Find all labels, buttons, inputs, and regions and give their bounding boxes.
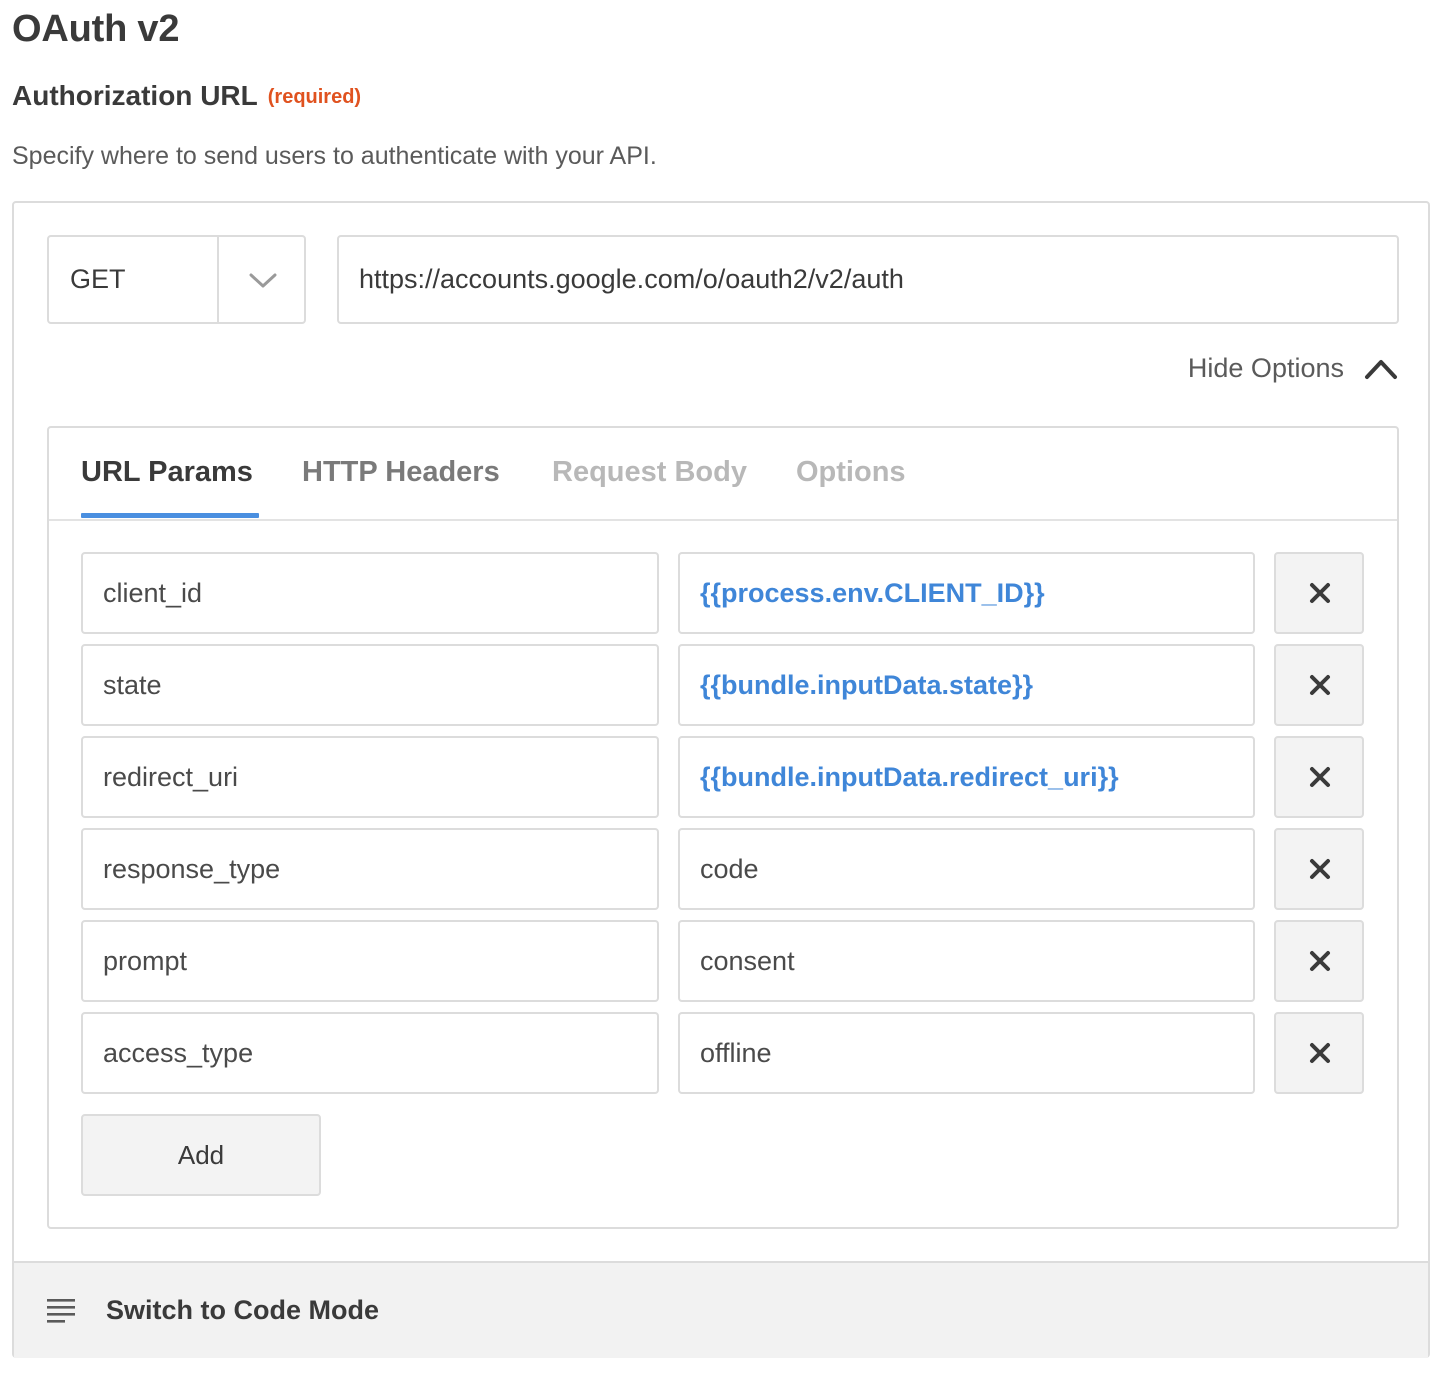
lines-icon [47,1299,75,1323]
hide-options-toggle[interactable]: Hide Options [1188,353,1398,384]
remove-param-button[interactable] [1274,828,1364,910]
remove-param-button[interactable] [1274,644,1364,726]
chevron-down-icon [249,273,277,288]
param-value-input[interactable] [678,1012,1255,1094]
tab-http-headers[interactable]: HTTP Headers [302,456,500,489]
tab-url-params[interactable]: URL Params [81,456,253,489]
method-select[interactable]: GET [47,235,306,324]
param-value-input[interactable] [678,552,1255,634]
add-param-button[interactable]: Add [81,1114,321,1196]
param-key-input[interactable] [81,828,659,910]
param-row [81,1012,1365,1094]
options-panel: URL Params HTTP Headers Request Body Opt… [47,426,1399,1229]
close-icon [1310,767,1330,787]
method-value: GET [70,264,126,294]
field-label: Authorization URL (required) [12,80,361,112]
remove-param-button[interactable] [1274,920,1364,1002]
url-input[interactable] [337,235,1399,324]
param-key-input[interactable] [81,552,659,634]
remove-param-button[interactable] [1274,1012,1364,1094]
request-card: GET Hide Options URL Params HTTP Headers… [12,201,1430,1358]
method-divider [217,237,219,322]
param-value-input[interactable] [678,920,1255,1002]
page-title: OAuth v2 [12,8,180,50]
hide-options-label: Hide Options [1187,353,1344,383]
tab-options[interactable]: Options [796,456,906,489]
param-value-input[interactable] [678,644,1255,726]
remove-param-button[interactable] [1274,736,1364,818]
param-key-input[interactable] [81,736,659,818]
param-row [81,828,1365,910]
close-icon [1310,859,1330,879]
close-icon [1310,1043,1330,1063]
required-badge: (required) [267,86,362,108]
param-value-input[interactable] [678,736,1255,818]
tab-bar: URL Params HTTP Headers Request Body Opt… [49,428,1397,521]
field-label-text: Authorization URL [12,80,258,111]
close-icon [1310,675,1330,695]
param-row [81,736,1365,818]
param-row [81,552,1365,634]
param-value-input[interactable] [678,828,1255,910]
param-key-input[interactable] [81,644,659,726]
code-mode-label: Switch to Code Mode [106,1295,379,1325]
param-key-input[interactable] [81,920,659,1002]
active-tab-indicator [81,513,259,518]
remove-param-button[interactable] [1274,552,1364,634]
param-row [81,920,1365,1002]
switch-to-code-mode-button[interactable]: Switch to Code Mode [14,1261,1428,1358]
close-icon [1310,951,1330,971]
param-key-input[interactable] [81,1012,659,1094]
field-help-text: Specify where to send users to authentic… [12,142,657,170]
chevron-up-icon [1365,359,1397,379]
close-icon [1310,583,1330,603]
tab-request-body[interactable]: Request Body [552,456,747,489]
param-row [81,644,1365,726]
